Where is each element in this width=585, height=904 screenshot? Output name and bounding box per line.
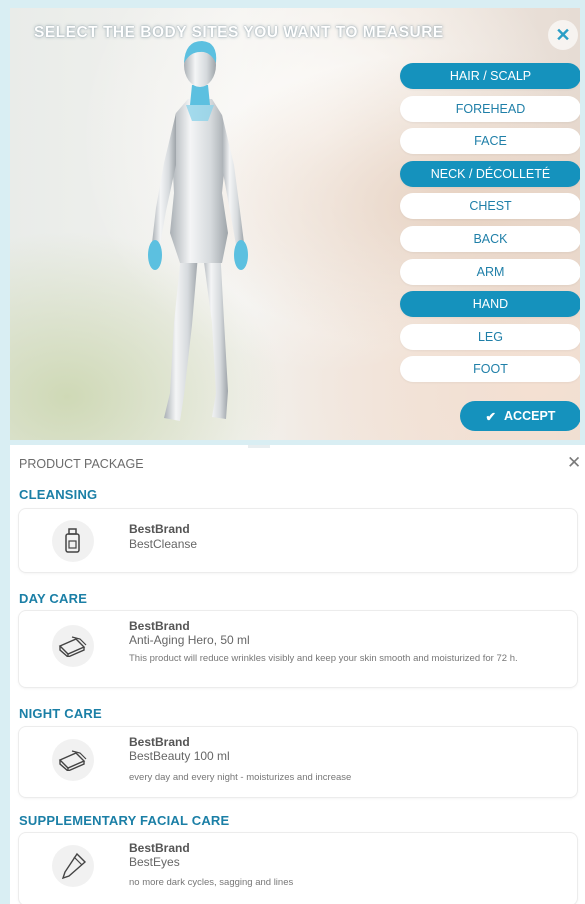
body-site-list: HAIR / SCALP FOREHEAD FACE NECK / DÉCOLLETÉ… — [400, 63, 580, 389]
product-card[interactable]: BestBrand BestCleanse — [19, 509, 577, 572]
product-name: Anti-Aging Hero, 50 ml — [129, 633, 250, 647]
close-icon: ✕ — [555, 25, 571, 45]
site-toggle-arm[interactable]: ARM — [400, 258, 580, 285]
right-hand-highlight[interactable] — [234, 240, 248, 270]
category-heading: CLEANSING — [19, 487, 98, 502]
bottle-icon — [52, 520, 94, 562]
product-card[interactable]: BestBrand BestBeauty 100 ml every day an… — [19, 727, 577, 797]
accept-label: ACCEPT — [504, 409, 556, 423]
product-card[interactable]: BestBrand Anti-Aging Hero, 50 ml This pr… — [19, 611, 577, 687]
site-toggle-face[interactable]: FACE — [400, 128, 580, 155]
tube-icon — [52, 845, 94, 887]
accept-button[interactable]: ✔ ACCEPT — [460, 401, 580, 431]
product-brand: BestBrand — [129, 841, 190, 855]
site-toggle-foot[interactable]: FOOT — [400, 356, 580, 383]
site-toggle-back[interactable]: BACK — [400, 225, 580, 252]
product-package-panel: PRODUCT PACKAGE ✕ CLEANSING BestBrand Be… — [10, 445, 585, 904]
neck-highlight[interactable] — [190, 85, 210, 105]
body-model-figure[interactable] — [130, 33, 260, 433]
product-description: no more dark cycles, sagging and lines — [129, 877, 294, 888]
product-brand: BestBrand — [129, 522, 190, 536]
product-brand: BestBrand — [129, 735, 190, 749]
category-heading: DAY CARE — [19, 591, 88, 606]
product-name: BestBeauty 100 ml — [129, 749, 230, 763]
torso[interactable] — [170, 99, 228, 263]
site-toggle-hand[interactable]: HAND — [400, 291, 580, 318]
panel-handle — [248, 445, 270, 448]
product-name: BestCleanse — [129, 537, 198, 551]
panel-title: PRODUCT PACKAGE — [19, 457, 144, 471]
site-toggle-chest[interactable]: CHEST — [400, 193, 580, 220]
left-hand-highlight[interactable] — [148, 240, 162, 270]
close-icon[interactable]: ✕ — [567, 453, 581, 473]
site-toggle-forehead[interactable]: FOREHEAD — [400, 95, 580, 122]
body-site-selector: SELECT THE BODY SITES YOU WANT TO MEASUR… — [10, 8, 580, 440]
check-icon: ✔ — [485, 409, 497, 424]
site-toggle-leg[interactable]: LEG — [400, 323, 580, 350]
product-description: every day and every night - moisturizes … — [129, 772, 352, 783]
product-name: BestEyes — [129, 855, 180, 869]
site-toggle-neck-d-collet[interactable]: NECK / DÉCOLLETÉ — [400, 160, 580, 187]
site-toggle-hair-scalp[interactable]: HAIR / SCALP — [400, 63, 580, 89]
right-leg[interactable] — [202, 247, 228, 419]
product-card[interactable]: BestBrand BestEyes no more dark cycles, … — [19, 833, 577, 904]
product-description: This product will reduce wrinkles visibl… — [129, 653, 518, 664]
product-brand: BestBrand — [129, 619, 190, 633]
category-heading: SUPPLEMENTARY FACIAL CARE — [19, 813, 230, 828]
cream-jar-icon — [52, 625, 94, 667]
left-leg[interactable] — [164, 245, 198, 421]
category-heading: NIGHT CARE — [19, 706, 102, 721]
selector-close-button[interactable]: ✕ — [548, 20, 578, 50]
cream-jar-icon — [52, 739, 94, 781]
